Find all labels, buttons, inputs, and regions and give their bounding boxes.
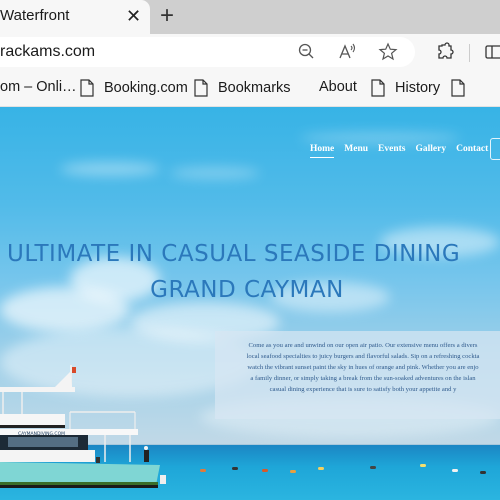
extensions-icon[interactable]	[435, 42, 455, 62]
page-icon	[194, 79, 208, 97]
page-icon	[371, 79, 385, 97]
bookmark-item[interactable]: Bookmarks	[194, 79, 291, 97]
nav-home[interactable]: Home	[310, 144, 335, 158]
snorkeler	[420, 464, 426, 467]
hero-headline: ULTIMATE IN CASUAL SEASIDE DINING	[7, 241, 461, 267]
snorkeler	[480, 471, 486, 474]
snorkeler	[318, 467, 324, 470]
bookmark-label: om – Onli…	[0, 79, 77, 95]
read-aloud-icon[interactable]	[337, 42, 357, 62]
nav-action-button[interactable]	[490, 138, 500, 160]
bookmark-item[interactable]: Booking.com	[80, 79, 188, 97]
plus-icon[interactable]: +	[160, 3, 174, 29]
bookmark-label: Booking.com	[104, 80, 188, 96]
hero-subheadline: GRAND CAYMAN	[150, 277, 344, 303]
nav-contact[interactable]: Contact	[456, 144, 488, 158]
browser-toolbar: rackams.com	[0, 34, 500, 70]
bookmark-item[interactable]: om – Onli…	[0, 79, 77, 95]
bookmark-item[interactable]: About	[319, 79, 357, 95]
hero-description: Come as you are and unwind on our open a…	[215, 331, 500, 395]
site-nav: Home Menu Events Gallery Contact	[310, 144, 498, 158]
page-icon	[80, 79, 94, 97]
snorkeler	[290, 470, 296, 473]
web-page: Home Menu Events Gallery Contact ULTIMAT…	[0, 107, 500, 500]
snorkeler	[262, 469, 268, 472]
bookmarks-bar: om – Onli… Booking.com Bookmarks About H…	[0, 70, 500, 107]
favorite-star-icon[interactable]	[378, 42, 398, 62]
close-icon[interactable]: ✕	[126, 6, 141, 26]
description-line: Come as you are and unwind on our open a…	[248, 342, 478, 349]
snorkeler	[452, 469, 458, 472]
snorkeler	[370, 466, 376, 469]
tab-title: Waterfront	[0, 7, 70, 24]
description-line: watch the vibrant sunset paint the sky i…	[247, 364, 479, 371]
dive-boat: CAYMANDIVING.COM	[0, 365, 166, 488]
zoom-out-icon[interactable]	[297, 42, 317, 62]
bookmark-item[interactable]	[451, 79, 475, 97]
nav-gallery[interactable]: Gallery	[415, 144, 446, 158]
cloud	[60, 162, 160, 176]
description-line: a family dinner, or simply taking a brea…	[250, 375, 476, 382]
split-screen-icon[interactable]	[484, 42, 500, 62]
url-text[interactable]: rackams.com	[0, 43, 95, 61]
browser-tab[interactable]: Waterfront ✕	[0, 0, 150, 34]
address-bar[interactable]: rackams.com	[0, 37, 415, 67]
page-icon	[451, 79, 465, 97]
bookmark-label: Bookmarks	[218, 80, 291, 96]
bookmark-label: History	[395, 80, 441, 96]
snorkeler	[200, 469, 206, 472]
toolbar-divider	[469, 44, 470, 62]
bookmark-label: About	[319, 79, 357, 95]
hero-description-box: Come as you are and unwind on our open a…	[215, 331, 500, 419]
bookmark-item[interactable]: History	[371, 79, 440, 97]
snorkeler	[232, 467, 238, 470]
cloud	[300, 132, 460, 144]
description-line: casual dining experience that is sure to…	[269, 386, 457, 393]
cloud	[170, 167, 260, 179]
description-line: local seafood specialties to juicy burge…	[246, 353, 480, 360]
nav-menu[interactable]: Menu	[344, 144, 368, 158]
nav-events[interactable]: Events	[378, 144, 405, 158]
tab-strip: Waterfront ✕ +	[0, 0, 500, 34]
